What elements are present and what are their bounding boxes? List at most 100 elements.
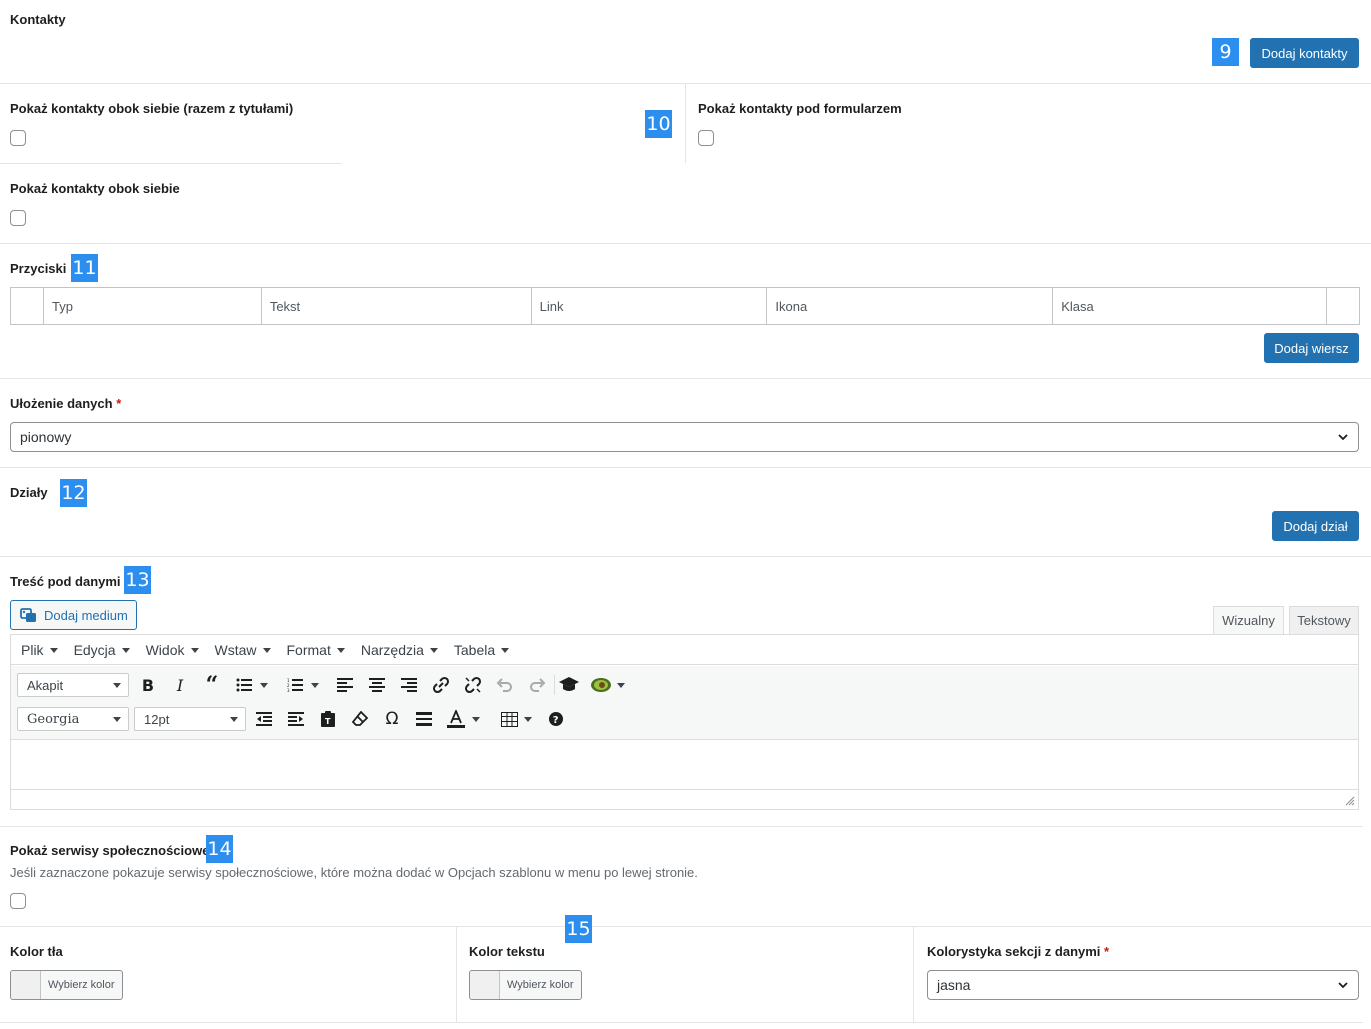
- menu-edit[interactable]: Edycja: [66, 635, 138, 665]
- special-character-icon[interactable]: Ω: [380, 707, 404, 731]
- under-form-label: Pokaż kontakty pod formularzem: [698, 101, 902, 116]
- caret-down-icon[interactable]: [257, 673, 271, 697]
- divider: [0, 163, 342, 164]
- bold-icon[interactable]: B: [136, 673, 160, 697]
- unlink-icon[interactable]: [461, 673, 485, 697]
- font-family-select-value: Georgia: [27, 711, 80, 727]
- paragraph-select[interactable]: Akapit: [17, 673, 129, 697]
- annotation-badge-9: 9: [1212, 38, 1239, 66]
- side-by-side-label: Pokaż kontakty obok siebie: [10, 181, 180, 196]
- side-with-titles-checkbox[interactable]: [10, 130, 26, 146]
- tab-text[interactable]: Tekstowy: [1289, 606, 1359, 635]
- chevron-down-icon: [1338, 434, 1348, 441]
- paste-text-icon[interactable]: T: [316, 707, 340, 731]
- link-icon[interactable]: [429, 673, 453, 697]
- menu-label: Edycja: [73, 642, 116, 658]
- under-form-checkbox[interactable]: [698, 130, 714, 146]
- caret-icon: [472, 716, 480, 722]
- divider: [0, 243, 1371, 244]
- text-color-icon[interactable]: [444, 707, 468, 731]
- svg-text:?: ?: [553, 715, 559, 726]
- blockquote-icon[interactable]: “: [200, 672, 224, 698]
- caret-icon: [501, 647, 510, 653]
- divider: [685, 84, 686, 163]
- divider: [0, 467, 1371, 468]
- table-header-type: Typ: [42, 287, 262, 325]
- caret-icon: [113, 717, 121, 722]
- scheme-label: Kolorystyka sekcji z danymi *: [927, 944, 1109, 959]
- editor-statusbar: [11, 789, 1358, 809]
- resize-handle-icon[interactable]: [1345, 796, 1355, 806]
- required-mark: *: [1104, 944, 1110, 959]
- svg-text:3: 3: [287, 688, 290, 692]
- buttons-label: Przyciski: [10, 261, 67, 276]
- toolbar-separator: [554, 675, 555, 695]
- annotation-badge-15: 15: [565, 915, 592, 943]
- annotation-badge-11: 11: [71, 254, 98, 282]
- graduation-cap-icon[interactable]: [557, 673, 581, 697]
- bg-color-label: Kolor tła: [10, 944, 63, 959]
- menu-label: Widok: [145, 642, 185, 658]
- menu-format[interactable]: Format: [279, 635, 353, 665]
- departments-label: Działy: [10, 485, 48, 500]
- caret-icon: [49, 647, 58, 653]
- outdent-icon[interactable]: [252, 707, 276, 731]
- numbered-list-icon[interactable]: 123: [283, 673, 307, 697]
- table-header-icon: Ikona: [766, 287, 1054, 325]
- social-checkbox[interactable]: [10, 893, 26, 909]
- table-header-row: Typ Tekst Link Ikona Klasa: [10, 287, 1361, 325]
- layout-select-value: pionowy: [20, 429, 72, 445]
- tab-visual[interactable]: Wizualny: [1213, 606, 1284, 635]
- scheme-label-text: Kolorystyka sekcji z danymi: [927, 944, 1101, 959]
- scheme-select[interactable]: jasna: [927, 970, 1359, 1000]
- divider: [456, 927, 457, 1022]
- menu-label: Tabela: [453, 642, 496, 658]
- menu-table[interactable]: Tabela: [446, 635, 517, 665]
- annotation-badge-12: 12: [60, 479, 87, 507]
- scheme-select-value: jasna: [937, 977, 971, 993]
- caret-down-icon[interactable]: [308, 673, 322, 697]
- align-left-icon[interactable]: [333, 673, 357, 697]
- text-color-picker-button[interactable]: Wybierz kolor: [469, 970, 582, 1000]
- annotation-badge-14: 14: [206, 835, 233, 863]
- align-right-icon[interactable]: [397, 673, 421, 697]
- italic-icon[interactable]: I: [168, 673, 192, 697]
- redo-icon[interactable]: [525, 673, 549, 697]
- annotation-badge-13: 13: [124, 566, 151, 594]
- chevron-down-icon: [1338, 982, 1348, 989]
- table-header-handle: [10, 287, 44, 325]
- add-contacts-button[interactable]: Dodaj kontakty: [1250, 38, 1359, 68]
- undo-icon[interactable]: [493, 673, 517, 697]
- caret-down-icon[interactable]: [469, 707, 483, 731]
- table-icon[interactable]: [497, 707, 521, 731]
- caret-down-icon[interactable]: [521, 707, 535, 731]
- font-family-select[interactable]: Georgia: [17, 707, 129, 731]
- caret-icon: [113, 683, 121, 688]
- menu-tools[interactable]: Narzędzia: [353, 635, 446, 665]
- add-department-button[interactable]: Dodaj dział: [1272, 511, 1359, 541]
- side-by-side-checkbox[interactable]: [10, 210, 26, 226]
- add-row-button[interactable]: Dodaj wiersz: [1264, 333, 1359, 363]
- caret-down-icon[interactable]: [614, 673, 628, 697]
- menu-view[interactable]: Widok: [138, 635, 207, 665]
- color-picker-label: Wybierz kolor: [48, 979, 115, 991]
- caret-icon: [311, 682, 319, 688]
- layout-select[interactable]: pionowy: [10, 422, 1359, 452]
- eraser-icon[interactable]: [348, 707, 372, 731]
- align-center-icon[interactable]: [365, 673, 389, 697]
- divider: [0, 1022, 1363, 1023]
- bg-color-picker-button[interactable]: Wybierz kolor: [10, 970, 123, 1000]
- annotation-badge-10: 10: [645, 110, 672, 138]
- indent-icon[interactable]: [284, 707, 308, 731]
- caret-icon: [260, 682, 268, 688]
- menu-insert[interactable]: Wstaw: [207, 635, 279, 665]
- add-media-button[interactable]: Dodaj medium: [10, 600, 137, 630]
- editor-content-area[interactable]: [11, 741, 1358, 789]
- horizontal-rule-icon[interactable]: [412, 707, 436, 731]
- color-swatch: [470, 971, 500, 999]
- bullet-list-icon[interactable]: [232, 673, 256, 697]
- menu-file[interactable]: Plik: [13, 635, 66, 665]
- font-size-select[interactable]: 12pt: [134, 707, 246, 731]
- avocado-icon[interactable]: [589, 673, 613, 697]
- help-icon[interactable]: ?: [544, 707, 568, 731]
